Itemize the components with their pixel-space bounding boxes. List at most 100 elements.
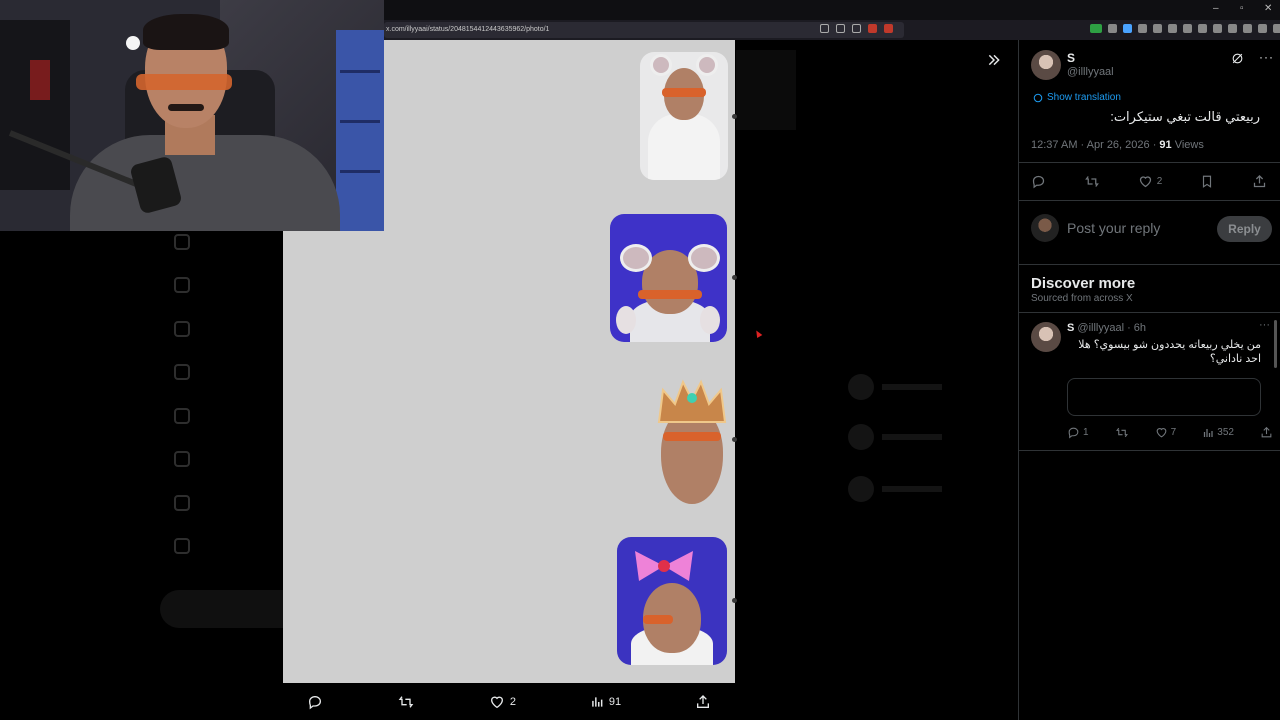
author-handle[interactable]: @illlyyaal xyxy=(1067,66,1114,78)
maximize-button[interactable]: ▫ xyxy=(1240,3,1244,14)
sticker-paw xyxy=(616,306,636,334)
nav-icon xyxy=(174,364,190,381)
sticker-image[interactable] xyxy=(617,537,727,665)
tweet-views-label: Views xyxy=(1171,139,1204,151)
reply-button[interactable]: 1 xyxy=(1067,426,1089,439)
share-icon xyxy=(1253,174,1266,188)
double-chevron-right-icon xyxy=(988,54,1000,66)
extension-icon[interactable] xyxy=(1153,24,1162,33)
close-window-button[interactable]: ✕ xyxy=(1264,3,1272,14)
share-icon xyxy=(697,694,709,708)
tweet-actions: 2 xyxy=(1031,174,1267,189)
webcam-person-hair xyxy=(143,14,229,50)
webcam-mustache xyxy=(168,104,204,111)
tweet-text: ربيعتي قالت تبغي ستيكرات: xyxy=(1110,109,1260,124)
handle xyxy=(732,598,737,603)
views-button[interactable]: 352 xyxy=(1202,426,1234,439)
tweet-views-count: 91 xyxy=(1159,139,1172,151)
music-icon[interactable] xyxy=(1183,24,1192,33)
nav-item xyxy=(160,438,290,482)
reply-button[interactable] xyxy=(1031,174,1046,189)
like-button[interactable]: 2 xyxy=(1138,174,1163,189)
discover-post[interactable]: S @illlyyaal · 6h ··· من يخلي ربيعاته يح… xyxy=(1031,319,1273,442)
avatar[interactable] xyxy=(1031,322,1061,352)
extension-icon[interactable] xyxy=(1138,24,1147,33)
post-author[interactable]: S @illlyyaal · 6h xyxy=(1067,322,1146,334)
minimize-button[interactable]: – xyxy=(1213,3,1219,14)
background-line xyxy=(882,384,942,390)
views-count: 91 xyxy=(608,695,622,708)
sticker-image[interactable] xyxy=(640,52,728,180)
more-options-button[interactable]: ··· xyxy=(1259,50,1274,64)
collapse-panel-button[interactable] xyxy=(983,52,1005,74)
post-author-name: S xyxy=(1067,322,1075,334)
nav-icon xyxy=(174,320,190,337)
more-options-button[interactable]: ··· xyxy=(1259,319,1270,331)
sticker-image[interactable] xyxy=(610,214,727,342)
repost-icon xyxy=(1084,176,1099,187)
nav-item xyxy=(160,525,290,569)
share-page-icon[interactable] xyxy=(852,24,861,33)
reader-icon[interactable] xyxy=(820,24,829,33)
like-button[interactable]: 2 xyxy=(489,694,516,710)
reply-input[interactable]: Post your reply xyxy=(1067,220,1160,236)
avatar xyxy=(848,476,874,502)
repost-button[interactable] xyxy=(1084,174,1100,189)
nav-item xyxy=(160,307,290,351)
share-button[interactable] xyxy=(1252,174,1267,189)
background-block xyxy=(736,50,796,130)
extension-icon[interactable] xyxy=(868,24,877,33)
sidebar-icon[interactable] xyxy=(1198,24,1207,33)
webcam-light xyxy=(126,36,140,50)
nav-icon xyxy=(174,407,190,424)
extensions-toolbar xyxy=(1090,24,1280,33)
background-row xyxy=(848,424,1018,450)
extension-icon[interactable] xyxy=(1213,24,1222,33)
avatar xyxy=(848,424,874,450)
extension-icon[interactable] xyxy=(1243,24,1252,33)
sticker-ear xyxy=(688,244,720,272)
reply-button[interactable] xyxy=(307,694,323,710)
reply-submit-button[interactable]: Reply xyxy=(1217,216,1272,242)
menu-icon[interactable] xyxy=(1273,24,1280,33)
scrollbar[interactable] xyxy=(1274,320,1277,368)
nav-icon xyxy=(174,451,190,468)
like-count: 2 xyxy=(1156,176,1163,187)
avatar xyxy=(848,374,874,400)
sticker-image[interactable] xyxy=(655,376,729,504)
sticker-sunglasses xyxy=(663,432,721,441)
like-button[interactable]: 7 xyxy=(1155,426,1176,439)
reply-count: 1 xyxy=(1083,427,1089,438)
share-button[interactable] xyxy=(1260,426,1273,439)
extension-icon[interactable] xyxy=(1168,24,1177,33)
extension-icon[interactable] xyxy=(1123,24,1132,33)
extension-icon[interactable] xyxy=(884,24,893,33)
post-media[interactable] xyxy=(1067,378,1261,416)
globe-icon xyxy=(1033,93,1043,102)
shield-icon[interactable] xyxy=(1258,24,1267,33)
sticker-ear xyxy=(650,54,672,76)
bookmark-button[interactable] xyxy=(1200,174,1214,189)
views-button[interactable]: 91 xyxy=(590,695,621,709)
repost-button[interactable] xyxy=(1115,426,1129,439)
nav-item xyxy=(160,264,290,308)
discover-subtitle: Sourced from across X xyxy=(1031,293,1133,304)
extension-icon[interactable] xyxy=(1108,24,1117,33)
extension-icon[interactable] xyxy=(1228,24,1237,33)
avatar[interactable] xyxy=(1031,50,1061,80)
avatar xyxy=(1031,214,1059,242)
share-button[interactable] xyxy=(695,694,711,710)
views-icon xyxy=(1204,428,1213,437)
tweet-header: S @illlyyaal ··· xyxy=(1031,50,1273,82)
repost-button[interactable] xyxy=(397,694,415,710)
grok-button[interactable] xyxy=(1231,52,1244,68)
zoom-icon[interactable] xyxy=(836,24,845,33)
background-row xyxy=(848,476,1018,502)
show-translation-link[interactable]: Show translation xyxy=(1033,92,1121,103)
nav-icon xyxy=(174,233,190,250)
author-name[interactable]: S xyxy=(1067,51,1075,65)
heart-icon xyxy=(1139,176,1151,188)
tweet-timestamp[interactable]: 12:37 AM · Apr 26, 2026 · xyxy=(1031,139,1159,151)
extension-icon[interactable] xyxy=(1090,24,1102,33)
divider xyxy=(1019,312,1280,313)
